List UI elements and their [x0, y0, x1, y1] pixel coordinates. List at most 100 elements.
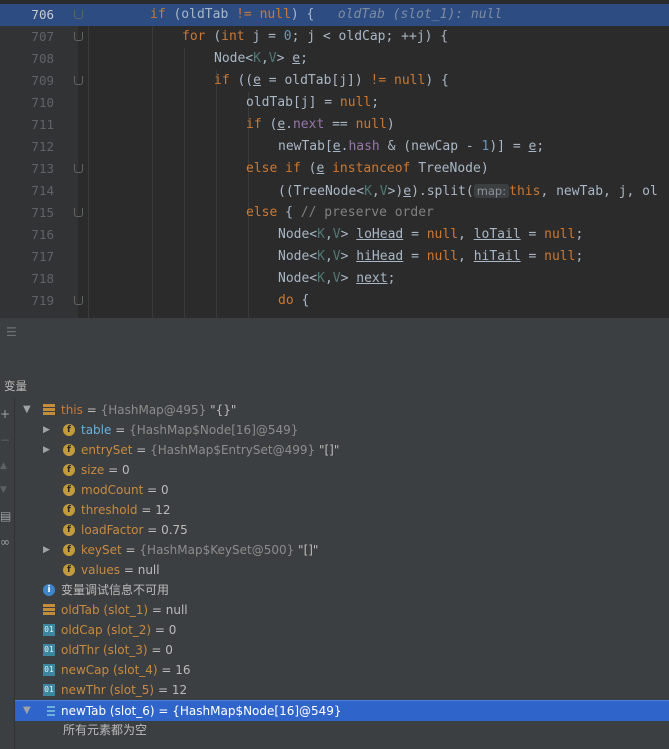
code-line[interactable]: 716 Node<K,V> loHead = null, loTail = nul…: [0, 224, 669, 246]
code-token: ;: [536, 139, 545, 154]
code-line[interactable]: 712 newTab[e.hash & (newCap - 1)] = e;: [0, 136, 669, 158]
line-number[interactable]: 712: [0, 136, 54, 158]
code-token: ((TreeNode<: [278, 184, 365, 199]
object-icon: [43, 404, 55, 416]
fold-marker-icon[interactable]: [74, 10, 83, 19]
code-token: if: [246, 117, 270, 132]
line-number[interactable]: 719: [0, 290, 54, 312]
code-line[interactable]: 709 if ((e = oldTab[j]) != null) {: [0, 70, 669, 92]
variable-row[interactable]: ▶ f keySet = {HashMap$KeySet@500} "[]": [15, 540, 669, 560]
code-token: else if: [246, 161, 309, 176]
code-text: Node<K,V> loHead = null, loTail = null;: [278, 224, 583, 246]
code-token: ) {: [425, 73, 449, 88]
layout-icon[interactable]: ☰: [6, 325, 17, 339]
up-icon[interactable]: ▲: [0, 458, 14, 474]
variable-row[interactable]: f loadFactor = 0.75: [15, 520, 669, 540]
down-icon[interactable]: ▼: [0, 482, 14, 498]
variable-row[interactable]: 01 newCap (slot_4) = 16: [15, 660, 669, 680]
code-line[interactable]: 707 for (int j = 0; j < oldCap; ++j) {: [0, 26, 669, 48]
chevron-right-icon[interactable]: ▶: [43, 440, 50, 460]
glasses-icon[interactable]: ∞: [0, 534, 14, 550]
code-line[interactable]: 719 do {: [0, 290, 669, 312]
line-number[interactable]: 706: [0, 4, 54, 26]
inspect-icon[interactable]: ▤: [0, 508, 14, 524]
variable-row[interactable]: i 变量调试信息不可用: [15, 580, 669, 600]
line-number[interactable]: 710: [0, 92, 54, 114]
line-number[interactable]: 708: [0, 48, 54, 70]
line-number[interactable]: 718: [0, 268, 54, 290]
chevron-down-icon[interactable]: ▼: [23, 400, 31, 420]
variable-row[interactable]: 01 oldCap (slot_2) = 0: [15, 620, 669, 640]
chevron-right-icon[interactable]: ▶: [43, 540, 50, 560]
field-icon: f: [63, 564, 75, 576]
variable-row[interactable]: f values = null: [15, 560, 669, 580]
line-number[interactable]: 713: [0, 158, 54, 180]
code-line[interactable]: 717 Node<K,V> hiHead = null, hiTail = nul…: [0, 246, 669, 268]
variable-row[interactable]: oldTab (slot_1) = null: [15, 600, 669, 620]
variable-name: oldCap (slot_2): [61, 623, 152, 637]
add-icon[interactable]: +: [0, 406, 14, 422]
variable-row[interactable]: ▼ newTab (slot_6) = {HashMap$Node[16]@549…: [15, 700, 669, 721]
variables-tree[interactable]: ▼ this = {HashMap@495} "{}" ▶ f table = {Has…: [15, 398, 669, 749]
code-line[interactable]: 713 else if (e instanceof TreeNode): [0, 158, 669, 180]
code-token: K: [317, 271, 325, 286]
panel-splitter[interactable]: ☰: [0, 318, 669, 347]
variable-text: loadFactor = 0.75: [81, 520, 188, 540]
code-line[interactable]: 715 else { // preserve order: [0, 202, 669, 224]
variable-row[interactable]: 01 newThr (slot_5) = 12: [15, 680, 669, 700]
equals-sign: =: [143, 523, 162, 537]
code-token: ,: [324, 227, 333, 242]
code-text: oldTab[j] = null;: [246, 92, 379, 114]
variable-type: {HashMap$EntrySet@499}: [150, 443, 316, 457]
fold-marker-icon[interactable]: [74, 296, 83, 305]
code-token: =: [403, 249, 427, 264]
code-token: >: [276, 51, 293, 66]
code-token: V: [379, 184, 388, 199]
code-token: ;: [387, 271, 396, 286]
variable-row[interactable]: f threshold = 12: [15, 500, 669, 520]
variable-name: modCount: [81, 483, 144, 497]
code-token: null: [426, 249, 459, 264]
fold-marker-icon[interactable]: [74, 32, 83, 41]
variable-value: 0: [168, 623, 177, 637]
code-editor[interactable]: 706 if (oldTab != null) { oldTab (slot_1)…: [0, 0, 669, 318]
current-execution-line[interactable]: 706 if (oldTab != null) { oldTab (slot_1)…: [0, 4, 669, 26]
code-token: ,: [458, 249, 474, 264]
code-token: =: [520, 249, 545, 264]
code-token: >: [340, 271, 357, 286]
code-token: int: [221, 29, 253, 44]
fold-marker-icon[interactable]: [74, 208, 83, 217]
code-line[interactable]: 718 Node<K,V> next;: [0, 268, 669, 290]
code-token: null: [544, 249, 576, 264]
variable-row[interactable]: 01 oldThr (slot_3) = 0: [15, 640, 669, 660]
code-line[interactable]: 711 if (e.next == null): [0, 114, 669, 136]
code-line[interactable]: 708 Node<K,V> e;: [0, 48, 669, 70]
fold-marker-icon[interactable]: [74, 76, 83, 85]
line-number[interactable]: 716: [0, 224, 54, 246]
chevron-down-icon[interactable]: ▼: [23, 701, 31, 721]
fold-marker-icon[interactable]: [74, 164, 83, 173]
variable-row[interactable]: f size = 0: [15, 460, 669, 480]
line-number[interactable]: 709: [0, 70, 54, 92]
variable-row[interactable]: ▶ f table = {HashMap$Node[16]@549}: [15, 420, 669, 440]
code-token: ,: [260, 51, 269, 66]
code-token: Node<: [278, 249, 318, 264]
remove-icon[interactable]: −: [0, 432, 14, 448]
line-number[interactable]: 717: [0, 246, 54, 268]
variable-row[interactable]: ▶ f entrySet = {HashMap$EntrySet@499} "[]": [15, 440, 669, 460]
variable-row[interactable]: f modCount = 0: [15, 480, 669, 500]
line-number[interactable]: 707: [0, 26, 54, 48]
code-token: else: [246, 205, 286, 220]
equals-sign: =: [154, 704, 173, 718]
equals-sign: =: [82, 403, 101, 417]
code-line[interactable]: 710 oldTab[j] = null;: [0, 92, 669, 114]
chevron-right-icon[interactable]: ▶: [43, 420, 50, 440]
equals-sign: =: [120, 563, 138, 577]
line-number[interactable]: 711: [0, 114, 54, 136]
code-line[interactable]: 714 ((TreeNode<K,V>)e).split(map: this, ne…: [0, 180, 669, 202]
line-number[interactable]: 715: [0, 202, 54, 224]
variable-row[interactable]: ▼ this = {HashMap@495} "{}": [15, 400, 669, 420]
variable-row[interactable]: 所有元素都为空: [15, 720, 669, 740]
array-icon: [43, 705, 55, 717]
line-number[interactable]: 714: [0, 180, 54, 202]
